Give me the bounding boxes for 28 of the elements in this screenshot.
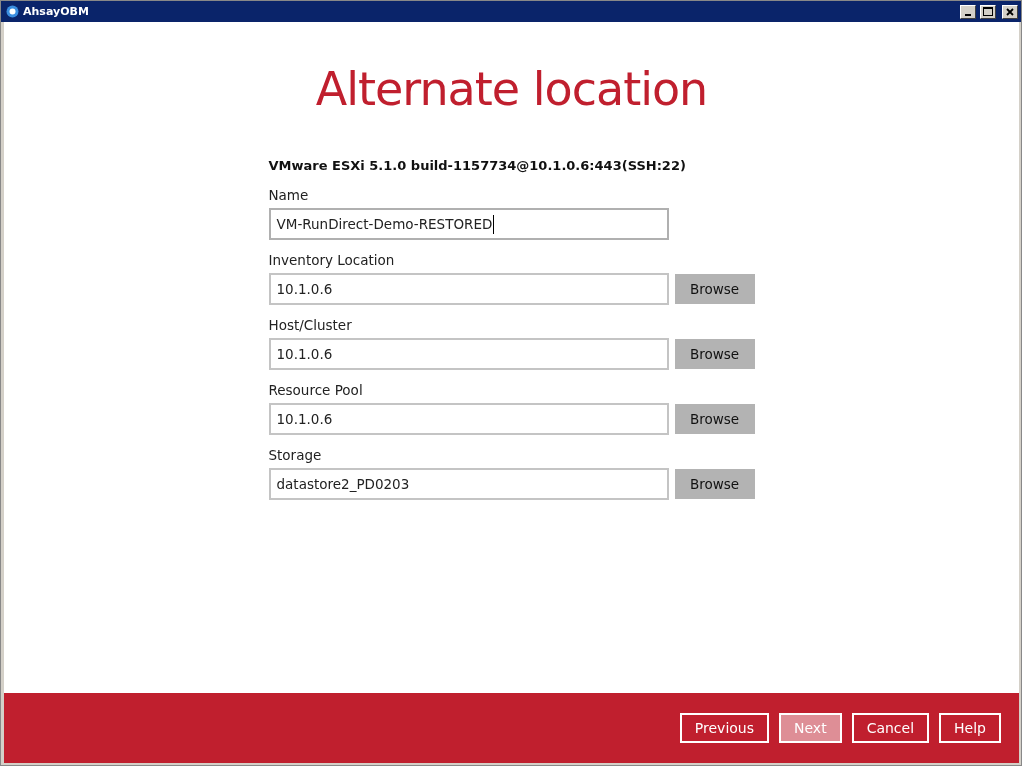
text-field[interactable]: 10.1.0.6 <box>268 338 669 370</box>
footer-button[interactable]: Help <box>939 713 1001 743</box>
app-logo-icon <box>6 5 19 18</box>
footer-button[interactable]: Previous <box>679 713 769 743</box>
field-label: Storage <box>268 447 323 463</box>
page-heading: Alternate location <box>315 62 708 116</box>
field-label: Resource Pool <box>268 382 364 398</box>
close-icon <box>1006 7 1014 16</box>
close-button[interactable] <box>1002 4 1018 19</box>
text-field[interactable]: VM-RunDirect-Demo-RESTORED <box>268 208 669 240</box>
maximize-icon <box>983 7 993 16</box>
field-label: Host/Cluster <box>268 317 353 333</box>
maximize-button[interactable] <box>980 4 996 19</box>
text-field[interactable]: 10.1.0.6 <box>268 273 669 305</box>
text-field[interactable]: datastore2_PD0203 <box>268 468 669 500</box>
browse-button[interactable]: Browse <box>674 274 755 304</box>
host-info: VMware ESXi 5.1.0 build-1157734@10.1.0.6:443(SSH:22) <box>268 158 687 173</box>
minimize-button[interactable] <box>960 4 976 19</box>
field-label: Inventory Location <box>268 252 396 268</box>
field-label: Name <box>268 187 310 203</box>
browse-button[interactable]: Browse <box>674 469 755 499</box>
text-field[interactable]: 10.1.0.6 <box>268 403 669 435</box>
browse-button[interactable]: Browse <box>674 339 755 369</box>
window-title: AhsayOBM <box>23 5 90 18</box>
footer-button[interactable]: Cancel <box>851 713 930 743</box>
minimize-icon <box>965 13 971 16</box>
browse-button[interactable]: Browse <box>674 404 755 434</box>
text-cursor <box>493 214 495 234</box>
